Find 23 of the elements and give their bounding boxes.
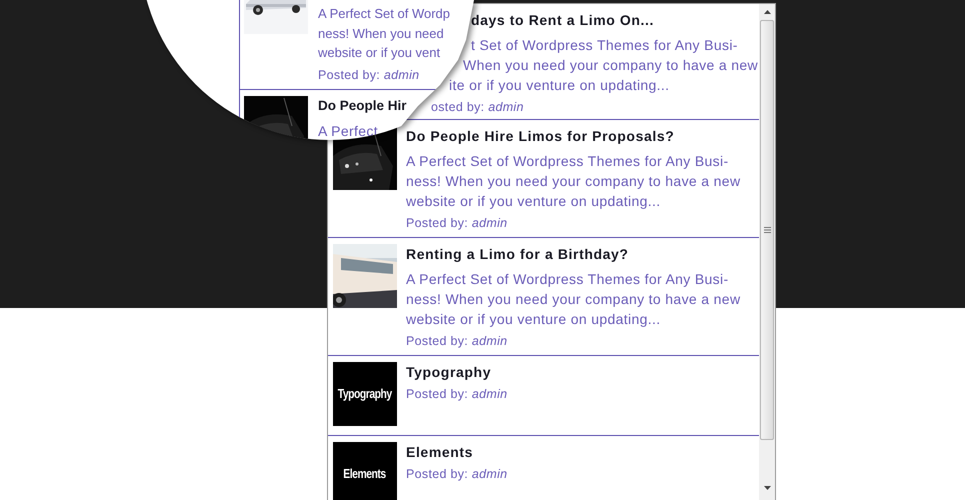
scroll-thumb[interactable] [760, 20, 774, 440]
post-excerpt-line: t Set of Wordpress Themes for Any Busi- [471, 36, 739, 55]
post-thumbnail[interactable]: Typography [333, 362, 397, 426]
post-title[interactable]: Do People Hire Limos for Proposals? [406, 126, 674, 146]
post-byline: osted by: admin [431, 99, 525, 116]
post-title[interactable]: days to Rent a Limo On... [471, 10, 654, 30]
post-byline: Posted by: admin [406, 215, 508, 232]
post-byline: Posted by: admin [318, 66, 420, 84]
post-title[interactable]: Elements [406, 442, 474, 462]
post-excerpt: A Perfect Set of Wordpress Themes for Any Busi- ness! When you need your company to have a new website or if you venture on updating... [406, 152, 740, 211]
post-byline: Posted by: admin [406, 333, 508, 350]
post-excerpt-line: When you need your company to have a new [463, 56, 758, 75]
post-excerpt: A Perfect Set of Wordpress Themes for Any Busi- ness! When you need your company to have a new website or if you venture on updating... [406, 270, 740, 329]
post-excerpt: A Perfect [318, 122, 378, 140]
post-byline: Posted by: admin [406, 386, 508, 403]
post-title[interactable]: Do People Hir [318, 96, 407, 116]
scrollbar[interactable] [759, 4, 775, 500]
post-excerpt-line: ite or if you venture on updating... [449, 76, 670, 95]
post-title[interactable]: Renting a Limo for a Birthday? [406, 244, 629, 264]
post-excerpt: A Perfect Set of Wordp ness! When you need website or if you vent [318, 5, 450, 62]
post-thumbnail[interactable]: Elements [333, 442, 397, 500]
post-byline: Posted by: admin [406, 466, 508, 483]
post-title[interactable]: Typography [406, 362, 492, 382]
